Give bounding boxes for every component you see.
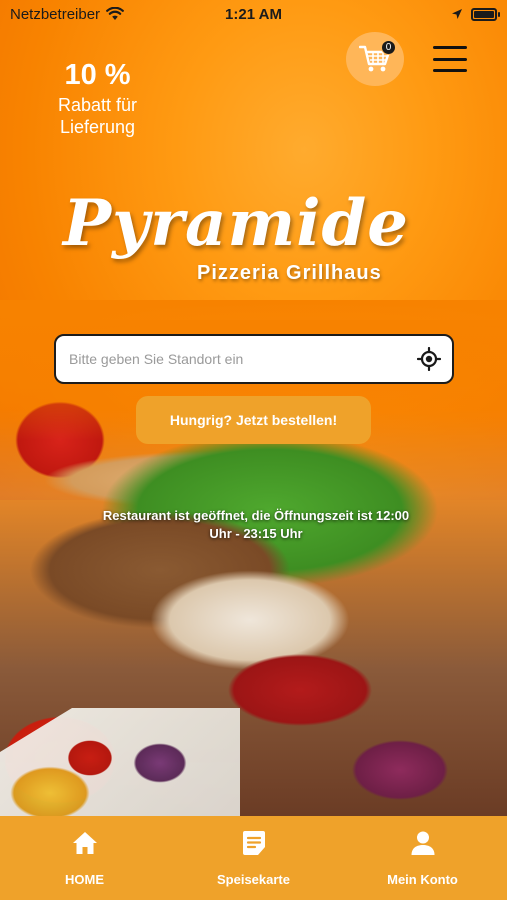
order-now-button[interactable]: Hungrig? Jetzt bestellen!: [136, 396, 371, 444]
discount-label-line2: Lieferung: [59, 117, 136, 137]
status-left: Netzbetreiber: [10, 6, 124, 23]
discount-label-line1: Rabatt für: [57, 95, 138, 115]
wifi-icon: [106, 7, 124, 20]
location-input[interactable]: [69, 351, 416, 367]
nav-item-home[interactable]: HOME: [20, 816, 150, 887]
menu-card-icon: [239, 828, 269, 858]
location-arrow-icon: [452, 9, 462, 19]
home-icon: [70, 828, 100, 858]
restaurant-logo: Pyramide Pizzeria Grillhaus: [55, 180, 415, 290]
nav-item-speisekarte[interactable]: Speisekarte: [189, 816, 319, 887]
nav-label-home: HOME: [65, 872, 104, 887]
nav-label-mein-konto: Mein Konto: [387, 872, 458, 887]
carrier-name: Netzbetreiber: [10, 5, 101, 23]
hamburger-line: [433, 69, 467, 72]
nav-item-mein-konto[interactable]: Mein Konto: [358, 816, 488, 887]
opening-hours-notice: Restaurant ist geöffnet, die Öffnungszei…: [96, 507, 416, 543]
status-bar: Netzbetreiber 1:21 AM: [0, 0, 507, 28]
discount-promo: 10 % Rabatt für Lieferung: [40, 58, 155, 138]
nav-label-speisekarte: Speisekarte: [217, 872, 290, 887]
opening-hours-line1: Restaurant ist geöffnet, die Öffnungszei…: [102, 508, 410, 523]
battery-icon: [471, 7, 500, 21]
locate-button[interactable]: [416, 346, 442, 372]
user-icon: [408, 828, 438, 858]
status-right: [451, 7, 500, 21]
discount-value: 10 %: [64, 59, 131, 91]
logo-subtitle: Pizzeria Grillhaus: [197, 262, 382, 284]
cart-button[interactable]: 0: [346, 32, 404, 86]
status-time: 1:21 AM: [225, 5, 282, 23]
cart-count-badge: 0: [381, 40, 396, 55]
hamburger-line: [433, 46, 467, 49]
locate-icon: [417, 347, 441, 371]
logo-name: Pyramide: [63, 186, 409, 261]
bottom-nav: HOME Speisekarte Mein Konto: [0, 816, 507, 900]
location-field: [54, 334, 454, 384]
opening-hours-line2: Uhr - 23:15 Uhr: [209, 526, 303, 541]
hamburger-line: [433, 57, 467, 61]
hamburger-menu-button[interactable]: [430, 44, 470, 74]
